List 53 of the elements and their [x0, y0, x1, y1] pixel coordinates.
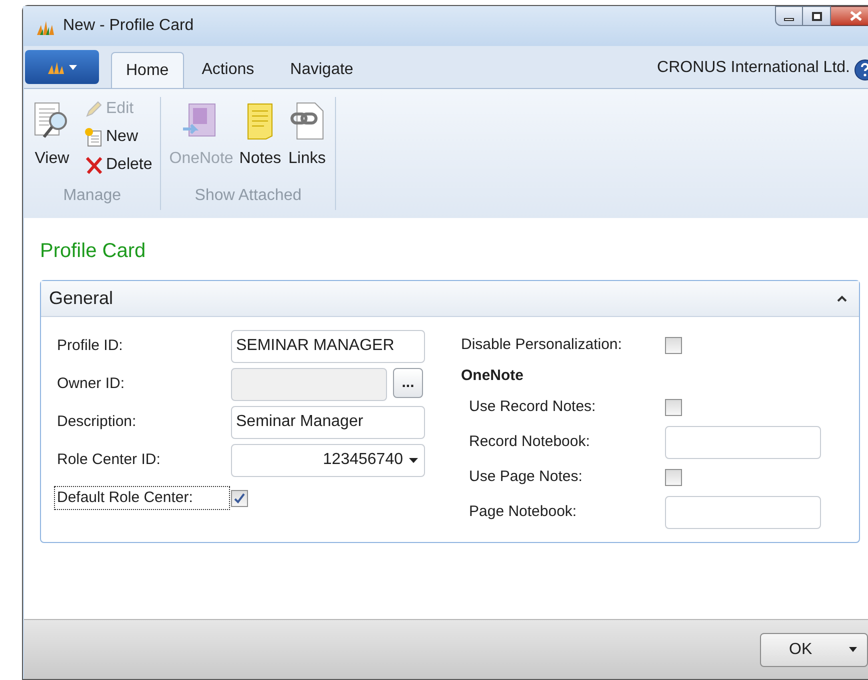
cross-icon — [84, 155, 104, 175]
lookup-button[interactable]: ... — [393, 368, 423, 398]
field-label: Default Role Center: — [55, 486, 229, 510]
checkbox[interactable] — [665, 398, 682, 416]
field-label: Use Record Notes: — [469, 396, 597, 417]
ribbon-button[interactable]: New — [84, 125, 152, 149]
caret-icon — [69, 64, 77, 70]
maximize-icon — [812, 12, 822, 20]
checkbox[interactable] — [665, 336, 682, 354]
text-field[interactable] — [665, 426, 821, 458]
minimize-icon — [784, 18, 794, 21]
fasttab-title: General — [49, 287, 114, 310]
field-label: Owner ID: — [57, 374, 126, 394]
close-icon — [850, 11, 862, 21]
caret-icon — [849, 647, 857, 652]
field-label: Record Notebook: — [469, 432, 591, 452]
ribbon-group-label: Manage — [63, 186, 122, 206]
minimize-button[interactable] — [775, 6, 803, 26]
field-label: Role Center ID: — [57, 450, 162, 470]
page-title: Profile Card — [40, 239, 147, 264]
company-name: CRONUS International Ltd. — [657, 58, 850, 78]
text-field[interactable]: SEMINAR MANAGER — [231, 330, 425, 362]
section-heading: OneNote — [461, 366, 524, 386]
text-field[interactable] — [231, 368, 387, 400]
ribbon-tab[interactable]: Actions — [184, 52, 272, 88]
caret-icon — [409, 458, 418, 462]
ribbon-tab[interactable]: Navigate — [272, 52, 372, 88]
dropdown-field[interactable]: 123456740 — [231, 444, 425, 476]
ribbon-button[interactable]: Delete — [84, 153, 152, 177]
ribbon-tab[interactable]: Home — [111, 52, 184, 88]
maximize-button[interactable] — [803, 6, 831, 26]
collapse-icon[interactable] — [837, 295, 847, 302]
field-label: Disable Personalization: — [461, 334, 623, 355]
field-label: Description: — [57, 412, 138, 432]
text-field[interactable] — [665, 496, 821, 528]
ribbon-button[interactable]: Notes — [239, 101, 282, 184]
window-title: New - Profile Card — [63, 16, 194, 36]
checkbox[interactable] — [665, 468, 682, 486]
ribbon-button[interactable]: Links — [287, 101, 328, 184]
field-label: Profile ID: — [57, 336, 124, 356]
ok-button[interactable]: OK — [760, 632, 868, 666]
ribbon-button[interactable]: View — [32, 101, 72, 184]
app-menu-button[interactable] — [25, 50, 99, 84]
text-field[interactable]: Seminar Manager — [231, 406, 425, 438]
checkbox[interactable] — [231, 490, 248, 506]
new-document-icon — [84, 127, 104, 147]
pencil-icon — [84, 99, 104, 119]
checkmark-icon — [234, 492, 245, 504]
field-label: Page Notebook: — [469, 502, 578, 522]
field-label: Use Page Notes: — [469, 466, 584, 487]
ribbon-group-label: Show Attached — [194, 186, 302, 206]
close-button[interactable] — [831, 6, 868, 26]
app-logo-icon — [47, 60, 65, 74]
